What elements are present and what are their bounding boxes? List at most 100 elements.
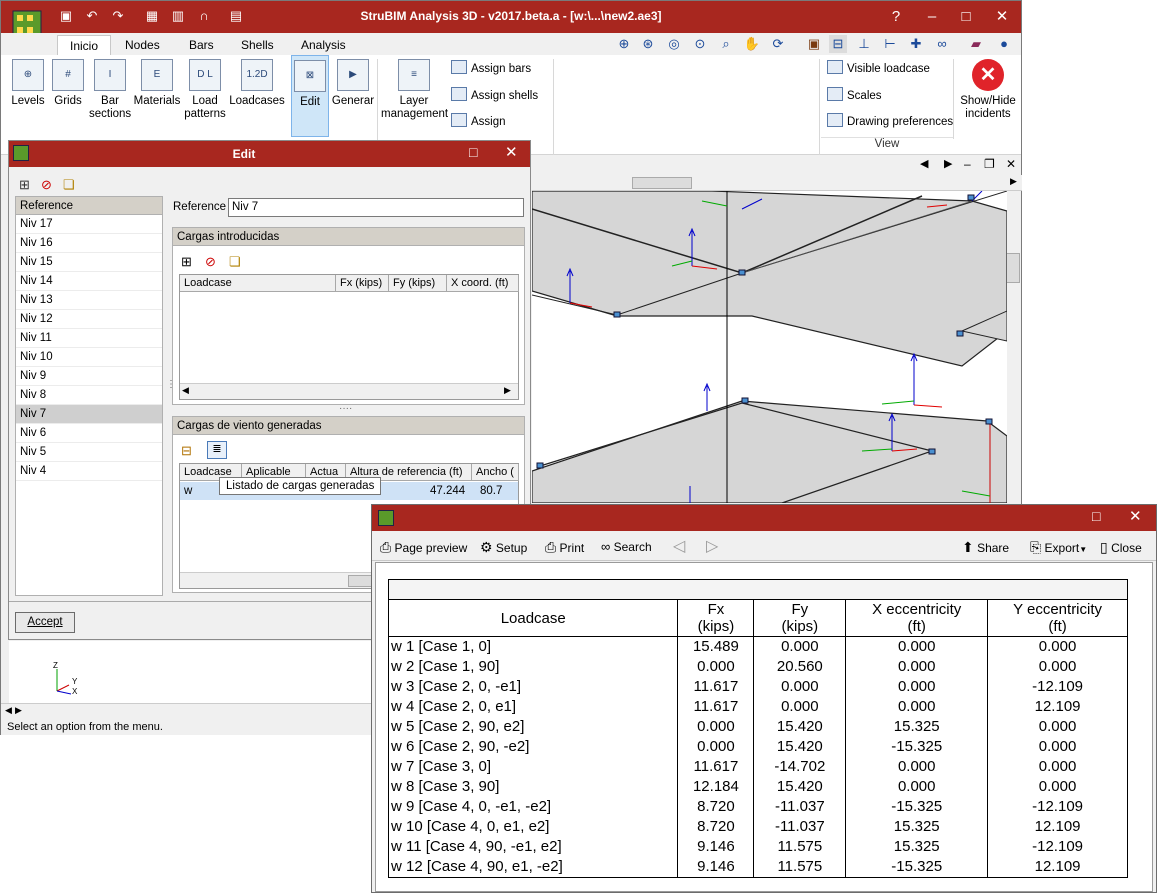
generate-icon[interactable]: ⊟ [181,443,192,459]
help-icon[interactable]: ? [881,5,911,29]
list-item[interactable]: Niv 7 [16,405,162,424]
loads-hscroll[interactable]: ◀ ▶ [180,383,518,399]
3d-viewport[interactable] [532,191,1007,503]
grids-button[interactable]: # Grids [49,59,87,108]
zoom-window-icon[interactable]: ⊙ [691,35,709,53]
tab-nodes[interactable]: Nodes [113,35,172,55]
list-item[interactable]: Niv 5 [16,443,162,462]
prev-page-icon[interactable]: ◁ [673,538,685,556]
list-item[interactable]: Niv 14 [16,272,162,291]
prev-view-icon[interactable]: ◀ [920,157,928,170]
zoom-all-icon[interactable]: ⊛ [639,35,657,53]
viewport-minimize-button[interactable]: – [964,157,971,171]
tab-inicio[interactable]: Inicio [57,35,112,55]
scroll-left-icon[interactable]: ◀ [182,385,189,396]
copy-icon[interactable]: ❏ [63,177,75,193]
visible-loadcase-button[interactable]: Visible loadcase [827,59,930,79]
viewport-hscroll[interactable]: ▶ [532,175,1022,191]
loadcases-button[interactable]: 1.2D Loadcases [229,59,285,108]
scroll-right-icon[interactable]: ▶ [1010,176,1017,187]
edit-maximize-button[interactable]: □ [469,144,477,160]
delete-load-icon[interactable]: ⊘ [205,254,216,270]
bar-sections-button[interactable]: I Bar sections [89,59,131,121]
close-report-button[interactable]: ▯ Close [1100,538,1142,556]
assign-button[interactable]: Assign [451,112,506,132]
print-button[interactable]: ⎙ Print [545,538,584,556]
pan-icon[interactable]: ✋ [743,35,761,53]
viewport-vscroll[interactable] [1005,191,1021,503]
report-maximize-button[interactable]: □ [1092,508,1100,524]
export-button[interactable]: ⎘ Export▼ [1030,538,1087,556]
add-icon[interactable]: ⊞ [19,177,30,193]
layer-management-button[interactable]: ≡ Layer management [381,59,448,121]
next-view-icon[interactable]: ▶ [944,157,952,170]
tab-bars[interactable]: Bars [177,35,226,55]
splitter-handle[interactable]: ···· [339,403,352,414]
zoom-extents-icon[interactable]: ⊕ [615,35,633,53]
copy-load-icon[interactable]: ❏ [229,254,241,270]
accept-button[interactable]: Accept [15,612,75,633]
next-page-icon[interactable]: ▷ [706,538,718,556]
zoom-icon[interactable]: ⌕ [717,35,735,53]
viewport-close-button[interactable]: ✕ [1006,157,1016,171]
delete-icon[interactable]: ⊘ [41,177,52,193]
tools-icon[interactable]: ✚ [907,35,925,53]
maximize-button[interactable]: □ [951,5,981,29]
viewport-restore-button[interactable]: ❐ [984,157,995,171]
col-fy[interactable]: Fy (kips) [389,275,447,292]
show-hide-incidents-button[interactable]: ✕ Show/Hide incidents [957,59,1019,121]
vscroll-thumb[interactable] [1006,253,1020,283]
setup-button[interactable]: ⚙ Setup [480,538,527,556]
tab-analysis[interactable]: Analysis [289,35,358,55]
add-load-icon[interactable]: ⊞ [181,254,192,270]
scroll-right-icon[interactable]: ▶ [15,705,22,716]
edit-close-button[interactable]: ✕ [505,143,518,161]
report-close-button[interactable]: ✕ [1129,507,1142,525]
col-fx[interactable]: Fx (kips) [336,275,389,292]
page-preview-button[interactable]: ⎙ Page preview [380,538,467,556]
frame-view-icon[interactable]: ▣ [805,35,823,53]
tab-shells[interactable]: Shells [229,35,286,55]
globe-icon[interactable]: ● [995,35,1013,53]
scales-button[interactable]: Scales [827,86,882,106]
materials-button[interactable]: E Materials [133,59,181,108]
scroll-left-icon[interactable]: ◀ [5,705,12,716]
list-item[interactable]: Niv 16 [16,234,162,253]
list-item[interactable]: Niv 6 [16,424,162,443]
load-patterns-button[interactable]: D L Load patterns [183,59,227,121]
minimize-button[interactable]: – [917,5,947,29]
binoculars-icon[interactable]: ∞ [933,35,951,53]
zoom-previous-icon[interactable]: ◎ [665,35,683,53]
col-loadcase[interactable]: Loadcase [180,275,336,292]
share-button[interactable]: ⬆ Share [962,538,1009,556]
list-item[interactable]: Niv 11 [16,329,162,348]
list-item[interactable]: Niv 13 [16,291,162,310]
col-ancho[interactable]: Ancho ( [472,464,519,481]
assign-shells-button[interactable]: Assign shells [451,86,538,106]
list-item[interactable]: Niv 9 [16,367,162,386]
col-xcoord[interactable]: X coord. (ft) [447,275,519,292]
orbit-icon[interactable]: ⟳ [769,35,787,53]
assign-bars-button[interactable]: Assign bars [451,59,531,79]
close-button[interactable]: ✕ [987,5,1017,29]
lower-hscroll[interactable]: ◀ ▶ [1,703,371,719]
list-item[interactable]: Niv 8 [16,386,162,405]
reference-input[interactable]: Niv 7 [228,198,524,217]
search-button[interactable]: ∞ Search [601,538,652,556]
list-item[interactable]: Niv 12 [16,310,162,329]
dimension-icon[interactable]: ⊢ [881,35,899,53]
book-icon[interactable]: ▰ [967,35,985,53]
edit-button[interactable]: ⊠ Edit [291,55,329,137]
list-item[interactable]: Niv 15 [16,253,162,272]
supports-icon[interactable]: ⊥ [855,35,873,53]
section-view-icon[interactable]: ⊟ [829,35,847,53]
scroll-right-icon[interactable]: ▶ [504,385,511,396]
drawing-preferences-button[interactable]: Drawing preferences [827,112,953,132]
levels-button[interactable]: ⊕ Levels [7,59,49,108]
hscroll-thumb[interactable] [632,177,692,189]
generar-button[interactable]: ▶ Generar [331,59,375,108]
list-item[interactable]: Niv 4 [16,462,162,481]
list-item[interactable]: Niv 17 [16,215,162,234]
list-item[interactable]: Niv 10 [16,348,162,367]
list-generated-icon[interactable]: ≣ [207,441,227,459]
